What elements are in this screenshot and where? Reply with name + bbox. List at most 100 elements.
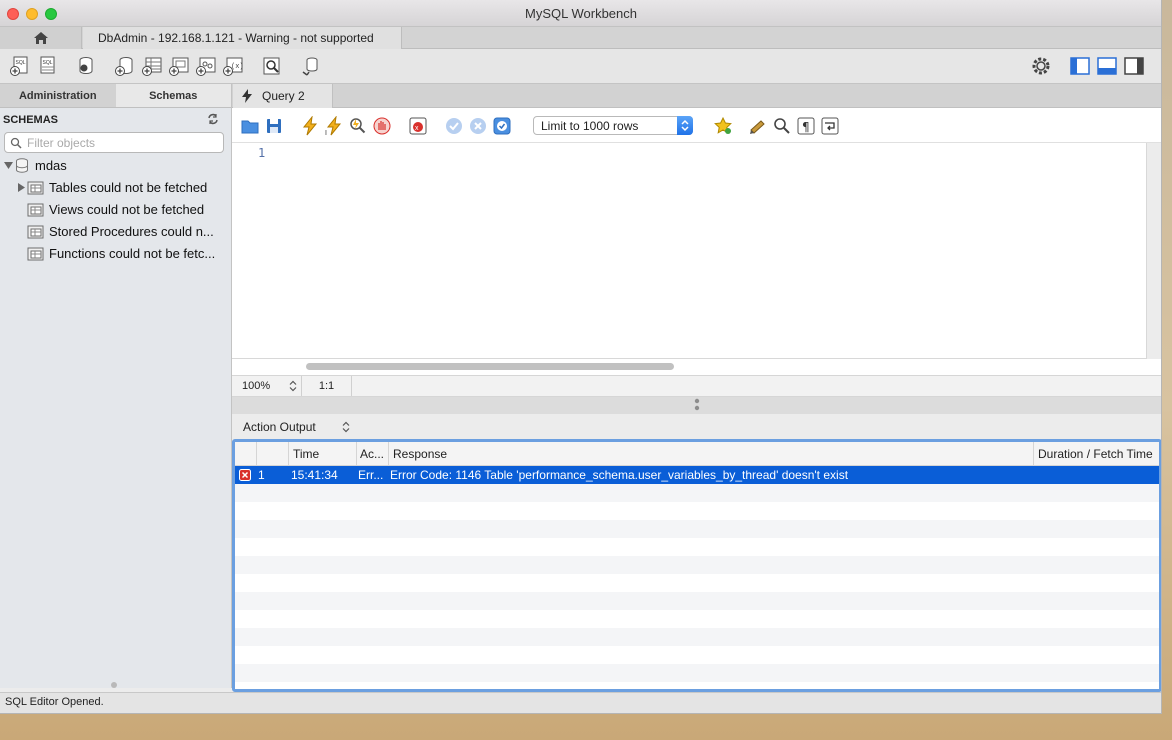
empty-row — [235, 610, 1159, 628]
inspector-icon[interactable] — [75, 55, 97, 77]
select-stepper[interactable] — [677, 116, 693, 135]
row-response: Error Code: 1146 Table 'performance_sche… — [390, 468, 849, 482]
home-icon — [33, 32, 48, 44]
status-bar: SQL Editor Opened. — [0, 692, 1161, 713]
zoom-control[interactable]: 100% — [232, 376, 302, 396]
schema-item-mdas[interactable]: mdas — [0, 156, 230, 176]
sql-editor[interactable]: 1 — [232, 143, 1147, 359]
tree-item-label: Tables could not be fetched — [49, 180, 208, 195]
horizontal-scrollbar[interactable] — [306, 363, 674, 370]
functions-folder-icon — [27, 247, 44, 261]
reconnect-icon[interactable] — [300, 55, 322, 77]
search-table-data-icon[interactable] — [261, 55, 283, 77]
home-tab[interactable] — [0, 27, 82, 49]
svg-text:I: I — [325, 130, 327, 136]
create-schema-icon[interactable] — [114, 55, 136, 77]
svg-text:(x): (x) — [231, 63, 244, 71]
row-number: 1 — [258, 468, 265, 482]
create-function-icon[interactable]: (x) — [222, 55, 244, 77]
tables-folder-icon — [27, 181, 44, 195]
wrap-lines-icon[interactable] — [820, 116, 840, 136]
views-folder-icon — [27, 203, 44, 217]
svg-text:SQL: SQL — [16, 60, 26, 66]
tree-item-tables[interactable]: Tables could not be fetched — [0, 178, 230, 198]
commit-icon[interactable] — [444, 116, 464, 136]
tab-schemas[interactable]: Schemas — [115, 84, 231, 107]
save-icon[interactable] — [264, 116, 284, 136]
create-procedure-icon[interactable] — [195, 55, 217, 77]
explain-icon[interactable] — [348, 116, 368, 136]
refresh-icon[interactable] — [207, 113, 219, 125]
column-header-action[interactable]: Ac... — [357, 442, 389, 466]
column-header-status[interactable] — [235, 442, 257, 466]
column-header-time[interactable]: Time — [289, 442, 357, 466]
open-sql-script-icon[interactable]: SQL — [37, 55, 59, 77]
tree-item-label: Functions could not be fetc... — [49, 246, 216, 261]
tree-item-label: Stored Procedures could n... — [49, 224, 214, 239]
stop-icon[interactable] — [372, 116, 392, 136]
sidebar-tabs: Administration Schemas — [0, 84, 231, 108]
table-row[interactable]: 1 15:41:34 Err... Error Code: 1146 Table… — [235, 466, 1159, 484]
limit-rows-select[interactable]: Limit to 1000 rows — [533, 116, 693, 135]
editor-status-strip: 100% 1:1 — [232, 375, 1161, 397]
column-header-num[interactable] — [257, 442, 289, 466]
empty-row — [235, 538, 1159, 556]
filter-objects-input[interactable] — [27, 136, 217, 150]
search-icon — [10, 137, 22, 149]
output-type-select[interactable]: Action Output — [243, 420, 316, 434]
schema-name: mdas — [35, 158, 67, 173]
connection-tab-bar: DbAdmin - 192.168.1.121 - Warning - not … — [0, 27, 1161, 49]
query-toolbar: I x Limit to 1000 rows ¶ — [232, 108, 1161, 143]
column-header-response[interactable]: Response — [389, 442, 1034, 466]
chevron-up-down-icon[interactable] — [289, 380, 297, 392]
chevron-right-icon[interactable] — [17, 183, 26, 192]
connection-tab[interactable]: DbAdmin - 192.168.1.121 - Warning - not … — [83, 27, 402, 49]
mysql-workbench-window: MySQL Workbench DbAdmin - 192.168.1.121 … — [0, 0, 1162, 714]
empty-row — [235, 556, 1159, 574]
schemas-heading: SCHEMAS — [0, 108, 231, 130]
create-table-icon[interactable] — [141, 55, 163, 77]
beautify-icon[interactable] — [748, 116, 768, 136]
action-output-grid: Time Ac... Response Duration / Fetch Tim… — [232, 439, 1161, 692]
row-time: 15:41:34 — [291, 468, 338, 482]
error-icon — [239, 469, 251, 481]
tree-item-functions[interactable]: Functions could not be fetc... — [0, 244, 230, 264]
empty-row — [235, 646, 1159, 664]
database-icon — [16, 158, 28, 173]
chevron-up-down-icon[interactable] — [342, 421, 350, 433]
empty-row — [235, 520, 1159, 538]
gear-icon[interactable] — [1030, 55, 1052, 77]
open-folder-icon[interactable] — [240, 116, 260, 136]
find-icon[interactable] — [772, 116, 792, 136]
toggle-secondary-sidebar-icon[interactable] — [1123, 55, 1145, 77]
procedures-folder-icon — [27, 225, 44, 239]
tree-item-stored-procedures[interactable]: Stored Procedures could n... — [0, 222, 230, 242]
query-tab-label: Query 2 — [262, 89, 305, 103]
cursor-position: 1:1 — [302, 376, 352, 396]
toggle-sidebar-icon[interactable] — [1069, 55, 1091, 77]
autocommit-icon[interactable] — [492, 116, 512, 136]
chevron-down-icon[interactable] — [4, 161, 13, 170]
title-bar: MySQL Workbench — [0, 0, 1161, 27]
toggle-stop-on-error-icon[interactable]: x — [408, 116, 428, 136]
tab-administration[interactable]: Administration — [0, 84, 116, 107]
svg-text:¶: ¶ — [802, 120, 810, 134]
new-sql-tab-icon[interactable]: SQL — [9, 55, 31, 77]
sidebar-resize-handle[interactable] — [111, 682, 117, 688]
panel-splitter[interactable] — [232, 397, 1161, 414]
tree-item-label: Views could not be fetched — [49, 202, 205, 217]
execute-icon[interactable] — [300, 115, 320, 136]
drag-handle-icon — [694, 398, 700, 411]
create-view-icon[interactable] — [168, 55, 190, 77]
lightning-icon — [242, 89, 252, 103]
grid-header: Time Ac... Response Duration / Fetch Tim… — [235, 442, 1159, 466]
tab-query-2[interactable]: Query 2 — [233, 84, 333, 108]
filter-objects-field[interactable] — [4, 132, 224, 153]
invisible-chars-icon[interactable]: ¶ — [796, 116, 816, 136]
tree-item-views[interactable]: Views could not be fetched — [0, 200, 230, 220]
add-snippet-star-icon[interactable] — [713, 116, 733, 136]
rollback-icon[interactable] — [468, 116, 488, 136]
column-header-duration[interactable]: Duration / Fetch Time — [1034, 442, 1159, 466]
toggle-output-panel-icon[interactable] — [1096, 55, 1118, 77]
execute-current-statement-icon[interactable]: I — [324, 115, 344, 137]
